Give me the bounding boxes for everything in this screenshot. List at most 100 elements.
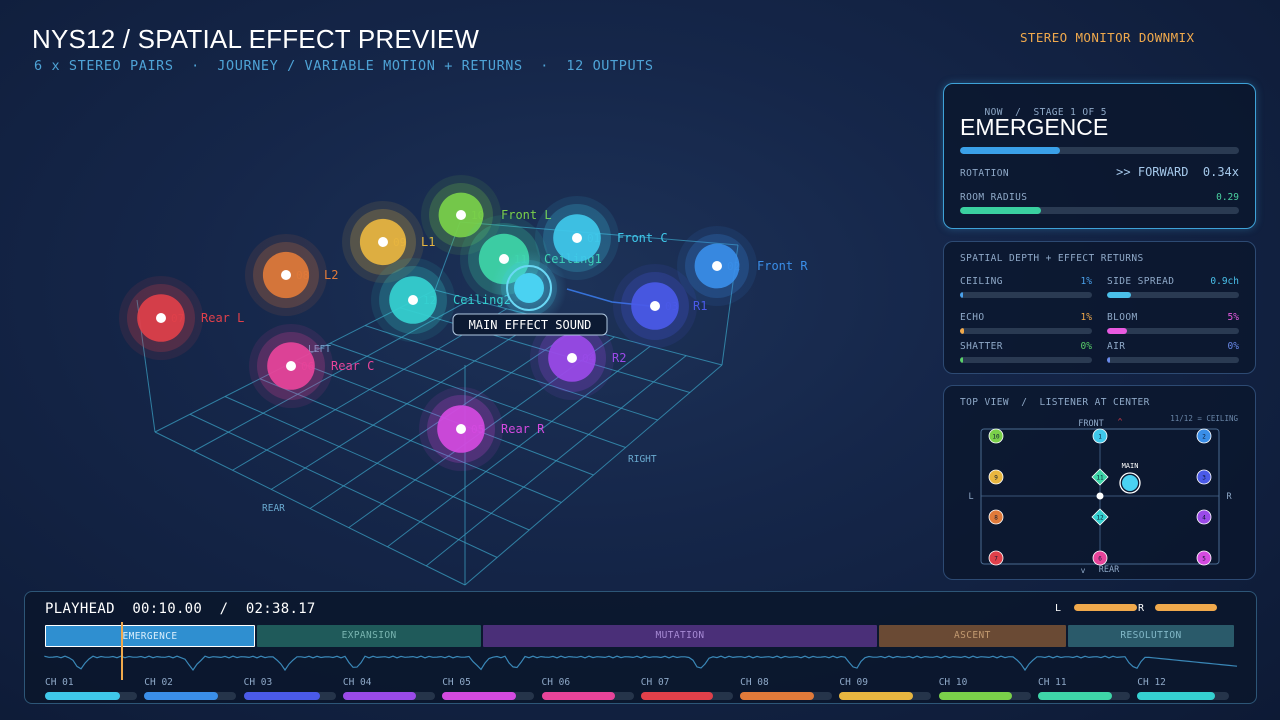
param-value: 0.9ch bbox=[1210, 276, 1239, 287]
channel-meter bbox=[45, 692, 137, 700]
rotation-label: ROTATION bbox=[960, 168, 1009, 179]
param-slider[interactable] bbox=[1107, 292, 1239, 298]
segment-ascent[interactable]: ASCENT bbox=[878, 625, 1067, 647]
rotation-direction: >> FORWARD bbox=[1116, 165, 1189, 179]
top-speaker-06: 6 bbox=[1092, 550, 1108, 566]
speaker-name: Rear C bbox=[331, 359, 374, 373]
svg-text:3: 3 bbox=[1202, 475, 1206, 482]
speaker-06[interactable]: 06 Rear C bbox=[249, 324, 374, 408]
svg-text:4: 4 bbox=[1202, 515, 1206, 522]
spatial-scene[interactable]: LEFT RIGHT REAR 07 Rear L08 L209 L110 Front … bbox=[0, 0, 930, 590]
top-speaker-09: 9 bbox=[988, 469, 1004, 485]
playhead-label: PLAYHEAD bbox=[45, 601, 115, 617]
channel-label: CH 04 bbox=[342, 677, 372, 688]
axis-rear-label: REAR bbox=[262, 503, 285, 514]
speaker-07[interactable]: 07 Rear L bbox=[119, 276, 244, 360]
segment-expansion[interactable]: EXPANSION bbox=[256, 625, 482, 647]
room-radius-slider[interactable] bbox=[960, 207, 1239, 214]
speaker-name: Front R bbox=[757, 259, 808, 273]
top-speaker-11: 11 bbox=[1091, 468, 1109, 486]
stage-name: EMERGENCE bbox=[960, 114, 1109, 140]
timeline-panel: PLAYHEAD 00:10.00 / 02:38.17 L R EMERGEN… bbox=[24, 591, 1257, 704]
axis-right-label: RIGHT bbox=[628, 454, 657, 465]
top-front-label: FRONT bbox=[1078, 419, 1104, 429]
channel-label: CH 09 bbox=[839, 677, 868, 688]
meter-r-label: R bbox=[1138, 603, 1145, 614]
param-label: SHATTER bbox=[960, 341, 1003, 352]
top-speaker-01: 1 bbox=[1092, 428, 1108, 444]
channel-meter bbox=[839, 692, 932, 700]
speaker-name: Rear L bbox=[201, 311, 244, 325]
svg-text:12: 12 bbox=[1096, 515, 1104, 522]
top-left-label: L bbox=[968, 492, 973, 502]
top-speaker-02: 2 bbox=[1196, 428, 1212, 444]
listener-dot bbox=[1096, 492, 1104, 500]
time-separator: / bbox=[219, 601, 229, 617]
speaker-number: 09 bbox=[393, 236, 406, 249]
svg-text:8: 8 bbox=[994, 515, 998, 522]
speaker-number: 07 bbox=[171, 312, 184, 325]
top-view-map[interactable]: 11/12 = CEILING FRONT ^ REAR v L R 10 1 29… bbox=[944, 386, 1257, 581]
speaker-number: 06 bbox=[301, 360, 314, 373]
speaker-number: 02 bbox=[727, 260, 740, 273]
top-speaker-03: 3 bbox=[1196, 469, 1212, 485]
param-slider[interactable] bbox=[1107, 328, 1239, 334]
channel-label: CH 08 bbox=[740, 677, 769, 688]
speaker-name: R1 bbox=[693, 299, 707, 313]
room-radius-label: ROOM RADIUS bbox=[960, 192, 1028, 203]
top-main-source bbox=[1119, 472, 1141, 494]
main-effect-label: MAIN EFFECT SOUND bbox=[452, 313, 608, 336]
channel-meter bbox=[640, 692, 733, 700]
now-panel: NOW / STAGE 1 OF 5 EMERGENCE ROTATION >>… bbox=[943, 83, 1256, 229]
rear-marker: v bbox=[1081, 566, 1086, 575]
channel-meter bbox=[541, 692, 634, 700]
svg-text:9: 9 bbox=[994, 475, 998, 482]
segment-mutation[interactable]: MUTATION bbox=[483, 625, 877, 647]
top-view-panel: TOP VIEW / LISTENER AT CENTER 11/12 = CE… bbox=[943, 385, 1256, 580]
channel-meter bbox=[740, 692, 833, 700]
param-slider[interactable] bbox=[1107, 357, 1239, 363]
channel-meter bbox=[243, 692, 336, 700]
playhead-marker[interactable] bbox=[121, 622, 124, 680]
param-label: AIR bbox=[1107, 341, 1126, 352]
speaker-name: L2 bbox=[324, 268, 338, 282]
channel-meter bbox=[1137, 692, 1230, 700]
room-radius-value: 0.29 bbox=[1216, 192, 1239, 203]
total-time: 02:38.17 bbox=[245, 601, 316, 617]
param-slider[interactable] bbox=[960, 292, 1092, 298]
speaker-08[interactable]: 08 L2 bbox=[245, 234, 338, 316]
channel-label: CH 02 bbox=[144, 677, 173, 688]
param-slider[interactable] bbox=[960, 357, 1092, 363]
segment-resolution[interactable]: RESOLUTION bbox=[1068, 625, 1234, 647]
param-label: BLOOM bbox=[1107, 312, 1138, 323]
segment-emergence[interactable]: EMERGENCE bbox=[45, 625, 255, 647]
speaker-number: 05 bbox=[471, 423, 484, 436]
current-time: 00:10.00 bbox=[132, 601, 203, 617]
channel-meter bbox=[938, 692, 1031, 700]
param-slider[interactable] bbox=[960, 328, 1092, 334]
param-label: CEILING bbox=[960, 276, 1003, 287]
speaker-number: 01 bbox=[587, 232, 600, 245]
speaker-02[interactable]: 02 Front R bbox=[677, 226, 808, 306]
svg-text:6: 6 bbox=[1098, 556, 1102, 563]
channel-label: CH 06 bbox=[541, 677, 571, 688]
speaker-number: 03 bbox=[665, 300, 678, 313]
depth-panel-title: SPATIAL DEPTH + EFFECT RETURNS bbox=[960, 253, 1144, 264]
speaker-name: Rear R bbox=[501, 422, 545, 436]
channel-meter bbox=[342, 692, 435, 700]
param-value: 1% bbox=[1080, 312, 1092, 323]
channel-label: CH 05 bbox=[442, 677, 471, 688]
svg-text:5: 5 bbox=[1202, 556, 1206, 563]
channel-label: CH 01 bbox=[45, 677, 74, 688]
top-speaker-10: 10 bbox=[988, 428, 1004, 444]
svg-text:2: 2 bbox=[1202, 434, 1206, 441]
meter-l-label: L bbox=[1055, 603, 1062, 614]
meter-l-bar bbox=[1074, 604, 1137, 611]
speaker-name: R2 bbox=[612, 351, 626, 365]
spatial-depth-panel: SPATIAL DEPTH + EFFECT RETURNS CEILING 1%… bbox=[943, 241, 1256, 374]
param-label: SIDE SPREAD bbox=[1107, 276, 1175, 287]
speaker-number: 04 bbox=[582, 352, 596, 365]
speaker-number: 12 bbox=[423, 294, 436, 307]
channel-label: CH 03 bbox=[243, 677, 273, 688]
waveform bbox=[44, 655, 1238, 672]
